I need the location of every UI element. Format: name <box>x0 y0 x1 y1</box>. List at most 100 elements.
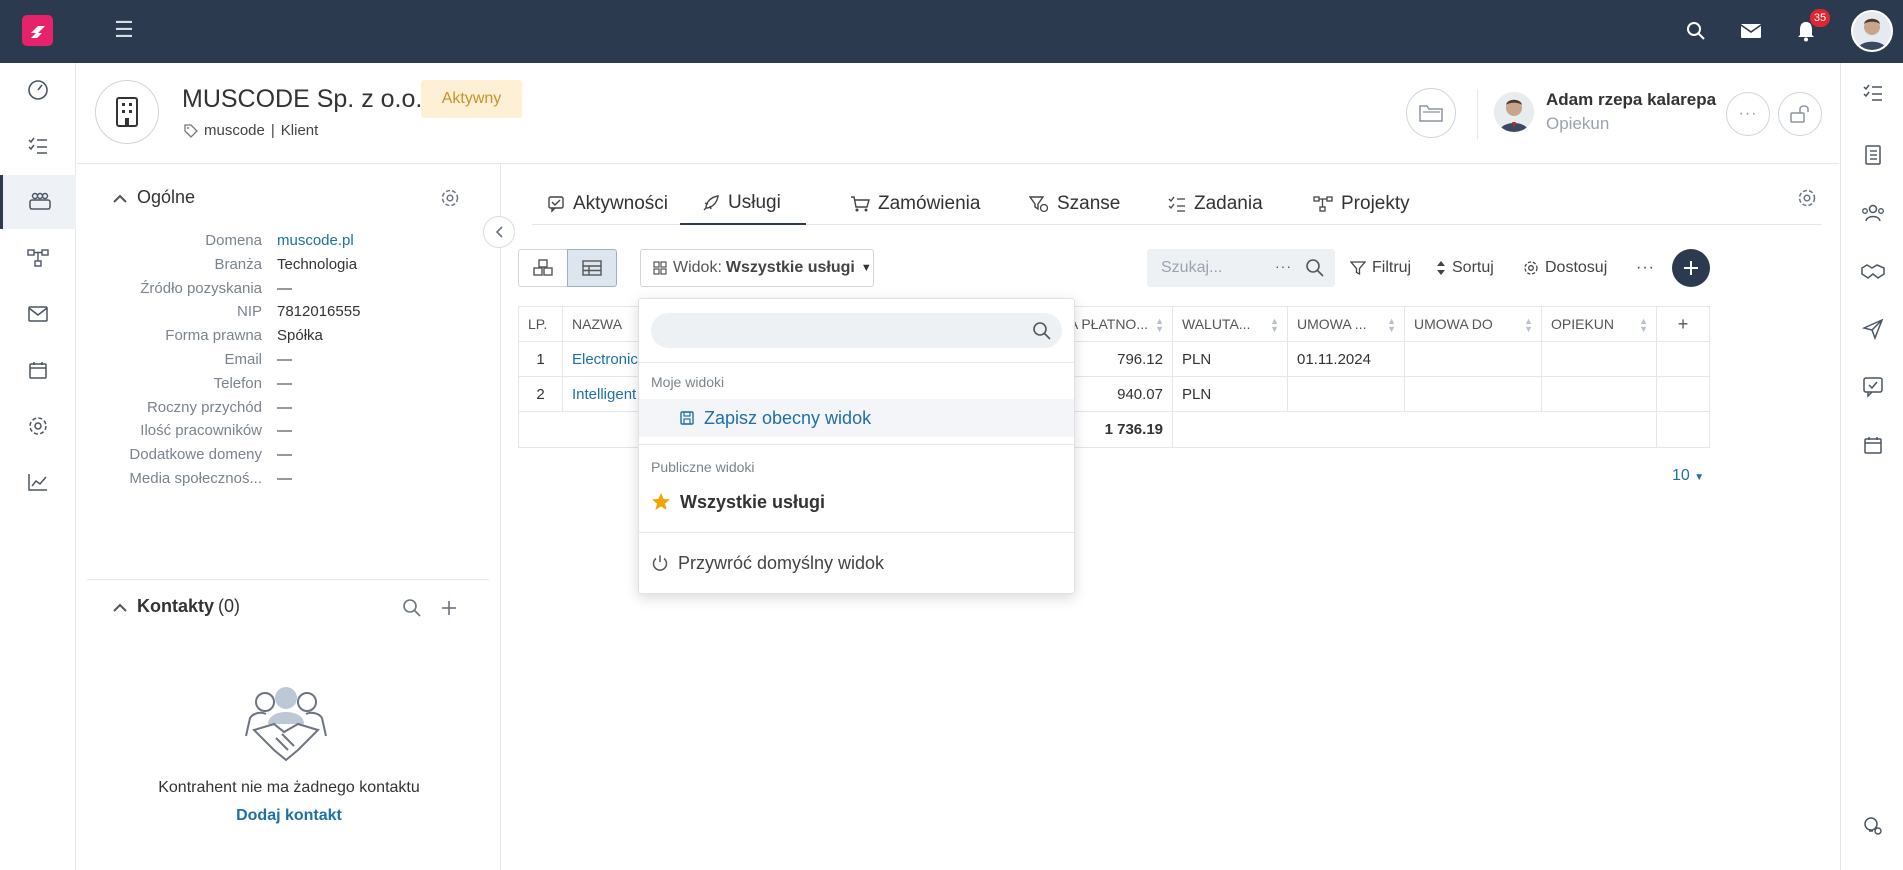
sort-label: Sortuj <box>1452 259 1494 276</box>
details-panel: Ogólne Domena muscode.pl Branża Technologia… <box>77 164 501 870</box>
contractors-nav-icon[interactable] <box>0 175 76 229</box>
customize-button[interactable]: Dostosuj <box>1523 249 1607 287</box>
user-avatar[interactable] <box>1851 10 1893 52</box>
calendar-icon[interactable] <box>1841 425 1903 465</box>
tag-icon <box>184 123 198 138</box>
dashboard-icon[interactable] <box>0 63 76 117</box>
tag-label[interactable]: muscode <box>204 122 265 139</box>
view-selector[interactable]: Widok: Wszystkie usługi ▼ <box>640 249 874 287</box>
chevron-up-icon <box>113 599 127 615</box>
col-umowa-do[interactable]: UMOWA DO ▲ ▼ <box>1405 307 1542 341</box>
handshake-icon[interactable] <box>1841 251 1903 291</box>
general-settings-icon[interactable] <box>440 188 460 213</box>
more-button[interactable]: ··· <box>1726 92 1770 136</box>
general-section-header[interactable]: Ogólne <box>113 187 195 208</box>
settings-bulb-icon[interactable] <box>1841 806 1903 846</box>
reports-nav-icon[interactable] <box>0 455 76 509</box>
search-field[interactable]: Szukaj... ··· <box>1147 249 1335 287</box>
table-view-button[interactable] <box>567 249 617 287</box>
field-label: Ilość pracowników <box>140 422 262 440</box>
cell-currency: PLN <box>1173 377 1288 411</box>
tab-zamowienia[interactable]: Zamówienia <box>850 183 980 225</box>
collapse-panel-button[interactable] <box>483 216 515 248</box>
kanban-view-button[interactable] <box>518 249 568 287</box>
structure-nav-icon[interactable] <box>0 231 76 285</box>
cell-owner <box>1542 342 1657 376</box>
view-name: Wszystkie usługi <box>725 259 855 276</box>
field-label: Źródło pozyskania <box>140 279 262 297</box>
cell-name-link[interactable]: Intelligent <box>563 377 643 411</box>
all-services-label: Wszystkie usługi <box>680 491 826 512</box>
view-search-input[interactable] <box>651 313 1062 348</box>
activity-icon <box>548 196 564 213</box>
send-icon[interactable] <box>1841 309 1903 349</box>
menu-icon[interactable]: ☰ <box>112 18 136 42</box>
mail-nav-icon[interactable] <box>0 287 76 341</box>
tab-zadania[interactable]: Zadania <box>1168 183 1263 225</box>
cell-owner <box>1542 377 1657 411</box>
domain-link[interactable]: muscode.pl <box>277 232 354 249</box>
cell-empty <box>1657 377 1709 411</box>
caret-down-icon: ▼ <box>1694 472 1705 483</box>
contacts-count: (0) <box>218 596 241 616</box>
chat-check-icon[interactable] <box>1841 367 1903 407</box>
star-icon <box>652 493 670 510</box>
dropdown-divider <box>639 362 1074 363</box>
tab-aktywnosci[interactable]: Aktywności <box>547 183 668 225</box>
save-view-item[interactable]: Zapisz obecny widok <box>639 399 1074 437</box>
contacts-search-icon[interactable] <box>402 598 422 623</box>
folder-icon <box>1419 105 1443 122</box>
mail-icon[interactable] <box>1738 18 1764 44</box>
chevron-left-icon <box>495 226 503 238</box>
tasks-nav-icon[interactable] <box>0 119 76 173</box>
checklist-icon[interactable] <box>1841 73 1903 113</box>
tabs-settings-icon[interactable] <box>1797 188 1817 213</box>
add-contact-link[interactable]: Dodaj kontakt <box>77 807 501 825</box>
sort-button[interactable]: Sortuj <box>1436 249 1494 287</box>
sort-icon <box>1437 261 1445 275</box>
ledger-icon[interactable] <box>1841 135 1903 175</box>
contacts-empty-illustration <box>240 684 332 769</box>
search-options-icon[interactable]: ··· <box>1275 258 1292 274</box>
tab-projekty[interactable]: Projekty <box>1313 183 1410 225</box>
field-label: Telefon <box>213 374 262 392</box>
add-contact-icon[interactable] <box>439 598 459 623</box>
tab-uslugi[interactable]: Usługi <box>680 183 806 225</box>
page-size-value: 10 <box>1672 467 1690 484</box>
col-opiekun[interactable]: OPIEKUN ▲ ▼ <box>1542 307 1657 341</box>
boxes-icon <box>533 259 553 276</box>
col-umowa-od[interactable]: UMOWA ... ▲ ▼ <box>1288 307 1405 341</box>
cell-name-link[interactable]: Electronic <box>563 342 643 376</box>
search-icon[interactable] <box>1305 258 1325 278</box>
tag-separator: | <box>270 122 275 139</box>
add-service-button[interactable] <box>1672 249 1710 287</box>
folder-button[interactable] <box>1406 88 1456 138</box>
field-value: — <box>277 446 292 464</box>
page-size-selector[interactable]: 10 ▼ <box>1672 467 1704 485</box>
search-icon[interactable] <box>1683 18 1709 44</box>
app-logo[interactable] <box>22 15 53 46</box>
right-nav <box>1840 63 1903 870</box>
owner-avatar[interactable] <box>1494 92 1534 132</box>
general-title: Ogólne <box>137 187 196 207</box>
more-options-button[interactable]: ··· <box>1636 249 1655 287</box>
field-label: NIP <box>236 303 262 321</box>
all-services-item[interactable]: Wszystkie usługi <box>639 483 1074 521</box>
tabs-bar: Aktywności Usługi Zamówienia Szanse Zada… <box>532 183 1822 225</box>
col-lp[interactable]: LP. <box>519 307 563 341</box>
settings-nav-icon[interactable] <box>0 399 76 453</box>
col-nazwa[interactable]: NAZWA <box>563 307 643 341</box>
restore-default-view-item[interactable]: Przywróć domyślny widok <box>639 544 1074 582</box>
contacts-section-header[interactable]: Kontakty (0) <box>113 596 240 617</box>
building-icon <box>95 80 159 144</box>
owner-name[interactable]: Adam rzepa kalarepa <box>1546 90 1716 110</box>
add-column-button[interactable]: + <box>1657 307 1709 341</box>
col-waluta[interactable]: WALUTA... ▲ ▼ <box>1173 307 1288 341</box>
calendar-nav-icon[interactable] <box>0 343 76 397</box>
tab-szanse[interactable]: Szanse <box>1029 183 1120 225</box>
tab-label: Zadania <box>1194 193 1263 214</box>
tab-label: Usługi <box>728 192 781 213</box>
unlock-button[interactable] <box>1778 92 1822 136</box>
filter-button[interactable]: Filtruj <box>1350 249 1411 287</box>
people-icon[interactable] <box>1841 193 1903 233</box>
